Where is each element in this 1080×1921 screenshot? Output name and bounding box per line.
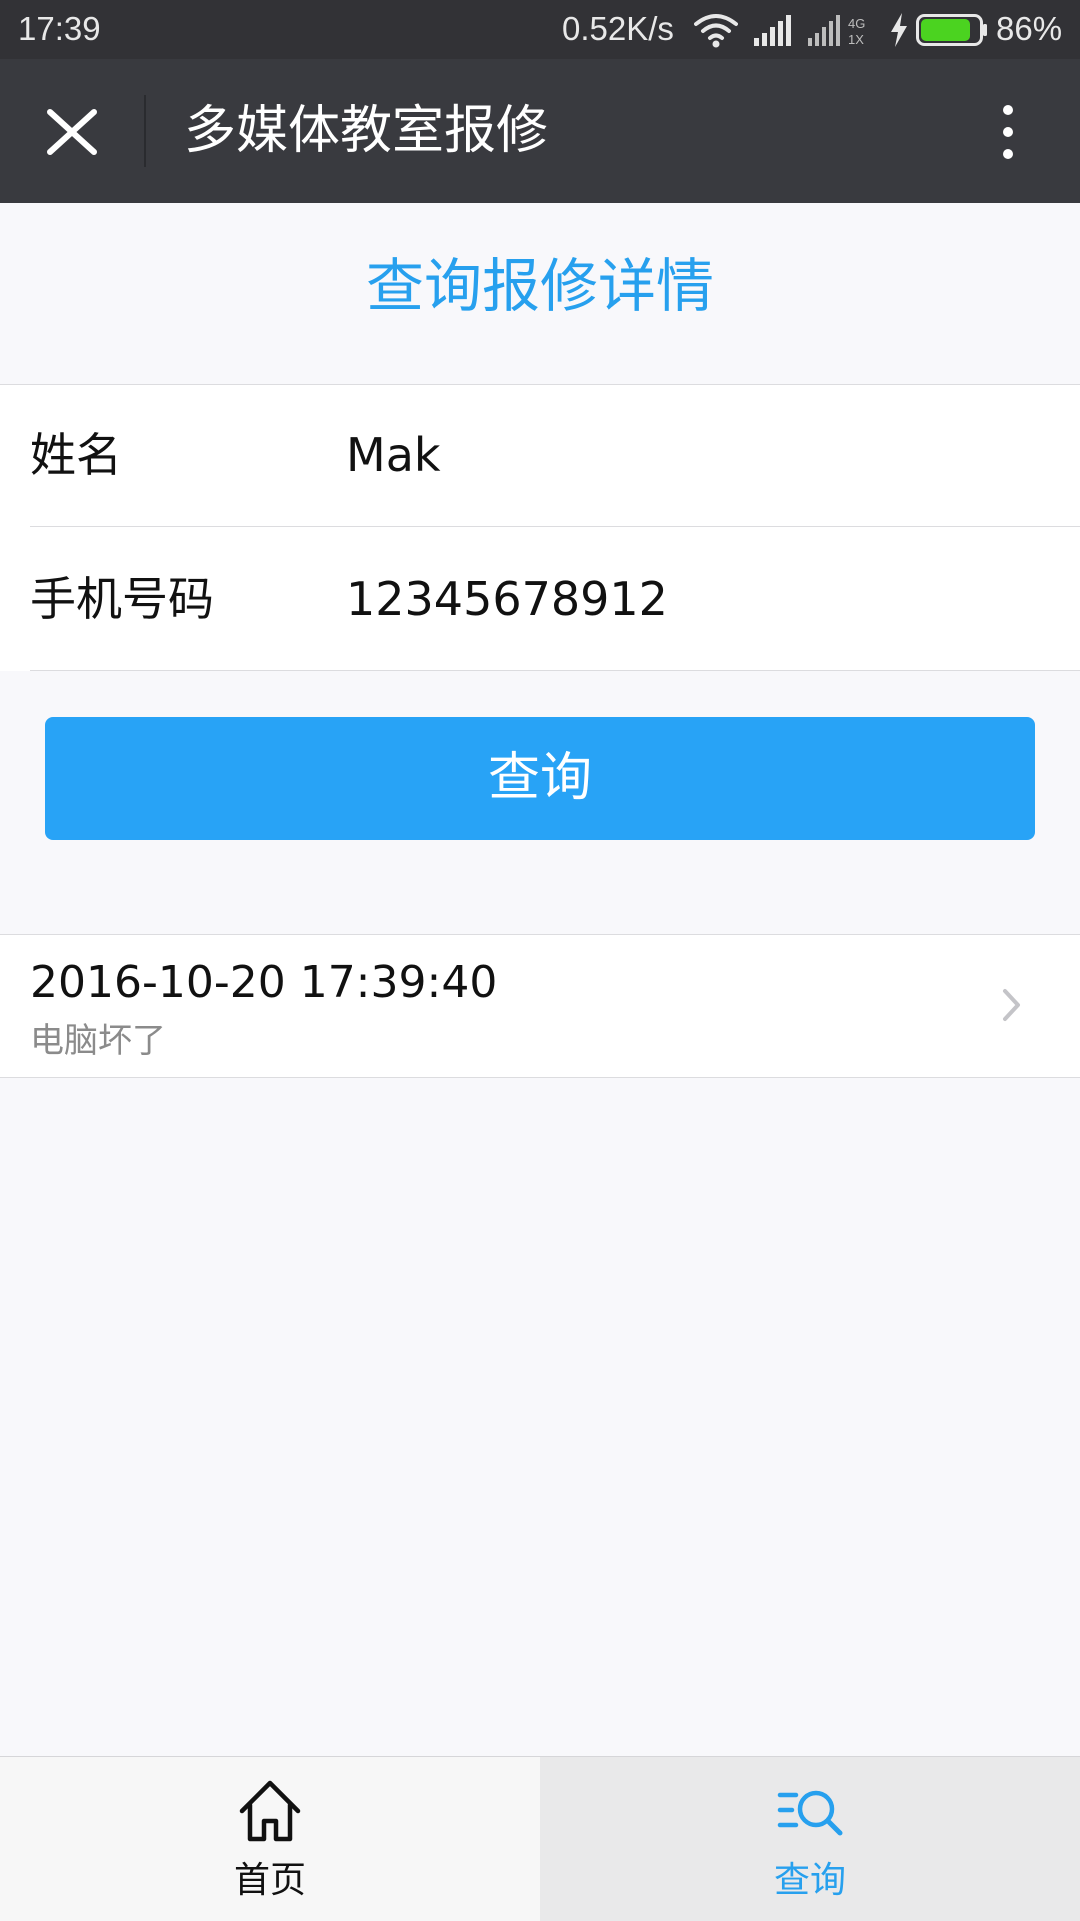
close-button[interactable] [30, 97, 114, 167]
tab-query[interactable]: 查询 [540, 1757, 1080, 1921]
result-datetime: 2016-10-20 17:39:40 [30, 957, 498, 1008]
tab-bar: 首页 查询 [0, 1756, 1080, 1921]
chevron-right-icon [1003, 989, 1020, 1021]
wifi-icon [694, 14, 738, 48]
svg-text:1X: 1X [848, 32, 864, 46]
phone-label: 手机号码 [30, 572, 214, 626]
signal-icon [754, 15, 791, 46]
phone-row: 手机号码 [0, 529, 1080, 671]
battery-percent: 86% [996, 10, 1063, 47]
tab-home-label: 首页 [233, 1860, 306, 1901]
status-time: 17:39 [18, 10, 101, 47]
network-speed: 0.52K/s [562, 10, 674, 47]
phone-input[interactable] [346, 569, 1026, 629]
more-button[interactable] [980, 97, 1040, 167]
navbar: 多媒体教室报修 [0, 59, 1080, 203]
signal-4g-icon: 4G 1X [808, 15, 865, 46]
search-list-icon [777, 1790, 843, 1836]
name-label: 姓名 [30, 428, 122, 482]
battery-icon [916, 14, 987, 46]
svg-text:4G: 4G [848, 16, 865, 31]
name-input[interactable] [346, 425, 1026, 485]
name-row: 姓名 [0, 385, 1080, 527]
row-divider [30, 526, 1080, 527]
query-form: 姓名 手机号码 [0, 384, 1080, 671]
more-vertical-icon [1003, 105, 1013, 159]
close-icon [47, 109, 97, 155]
tab-home[interactable]: 首页 [0, 1757, 540, 1921]
row-divider [30, 670, 1080, 671]
list-item[interactable]: 2016-10-20 17:39:40 电脑坏了 [0, 934, 1080, 1078]
nav-title: 多媒体教室报修 [184, 101, 549, 161]
result-description: 电脑坏了 [30, 1021, 166, 1061]
nav-divider [144, 95, 146, 167]
charging-icon [891, 13, 907, 47]
tab-query-label: 查询 [773, 1860, 846, 1901]
page-title: 查询报修详情 [365, 252, 714, 320]
query-button[interactable]: 查询 [45, 717, 1035, 840]
status-bar: 17:39 0.52K/s 4G 1X 86% [0, 0, 1080, 59]
home-icon [239, 1780, 301, 1842]
